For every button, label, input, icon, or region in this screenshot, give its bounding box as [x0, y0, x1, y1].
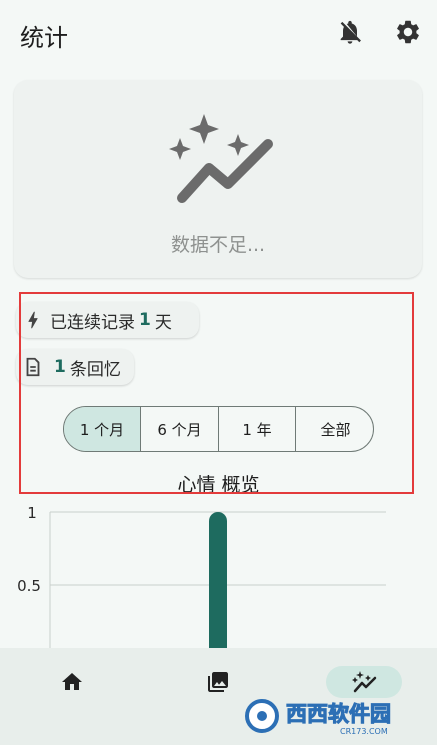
notifications-off-icon[interactable] [336, 18, 364, 46]
watermark-logo: 西西软件园 CR173.COM [244, 696, 416, 736]
watermark-text: 西西软件园 [286, 702, 391, 726]
nav-stats[interactable] [326, 666, 402, 698]
page-title: 统计 [20, 24, 68, 52]
watermark-sub: CR173.COM [340, 727, 388, 736]
nav-gallery[interactable] [202, 666, 234, 698]
nav-home[interactable] [56, 666, 88, 698]
highlight-box [19, 292, 414, 494]
settings-icon[interactable] [394, 18, 422, 46]
insight-card: 数据不足... [14, 80, 422, 278]
stats-icon [352, 671, 377, 693]
auto-awesome-motion-icon [164, 114, 274, 206]
gallery-icon [208, 672, 228, 692]
insufficient-data-text: 数据不足... [170, 234, 266, 256]
home-icon [62, 673, 82, 690]
mood-chart: 1 0.5 [17, 504, 386, 650]
y-tick-label-1: 1 [27, 504, 37, 522]
y-tick-label-0-5: 0.5 [17, 577, 41, 595]
app-header: 统计 [0, 0, 437, 66]
